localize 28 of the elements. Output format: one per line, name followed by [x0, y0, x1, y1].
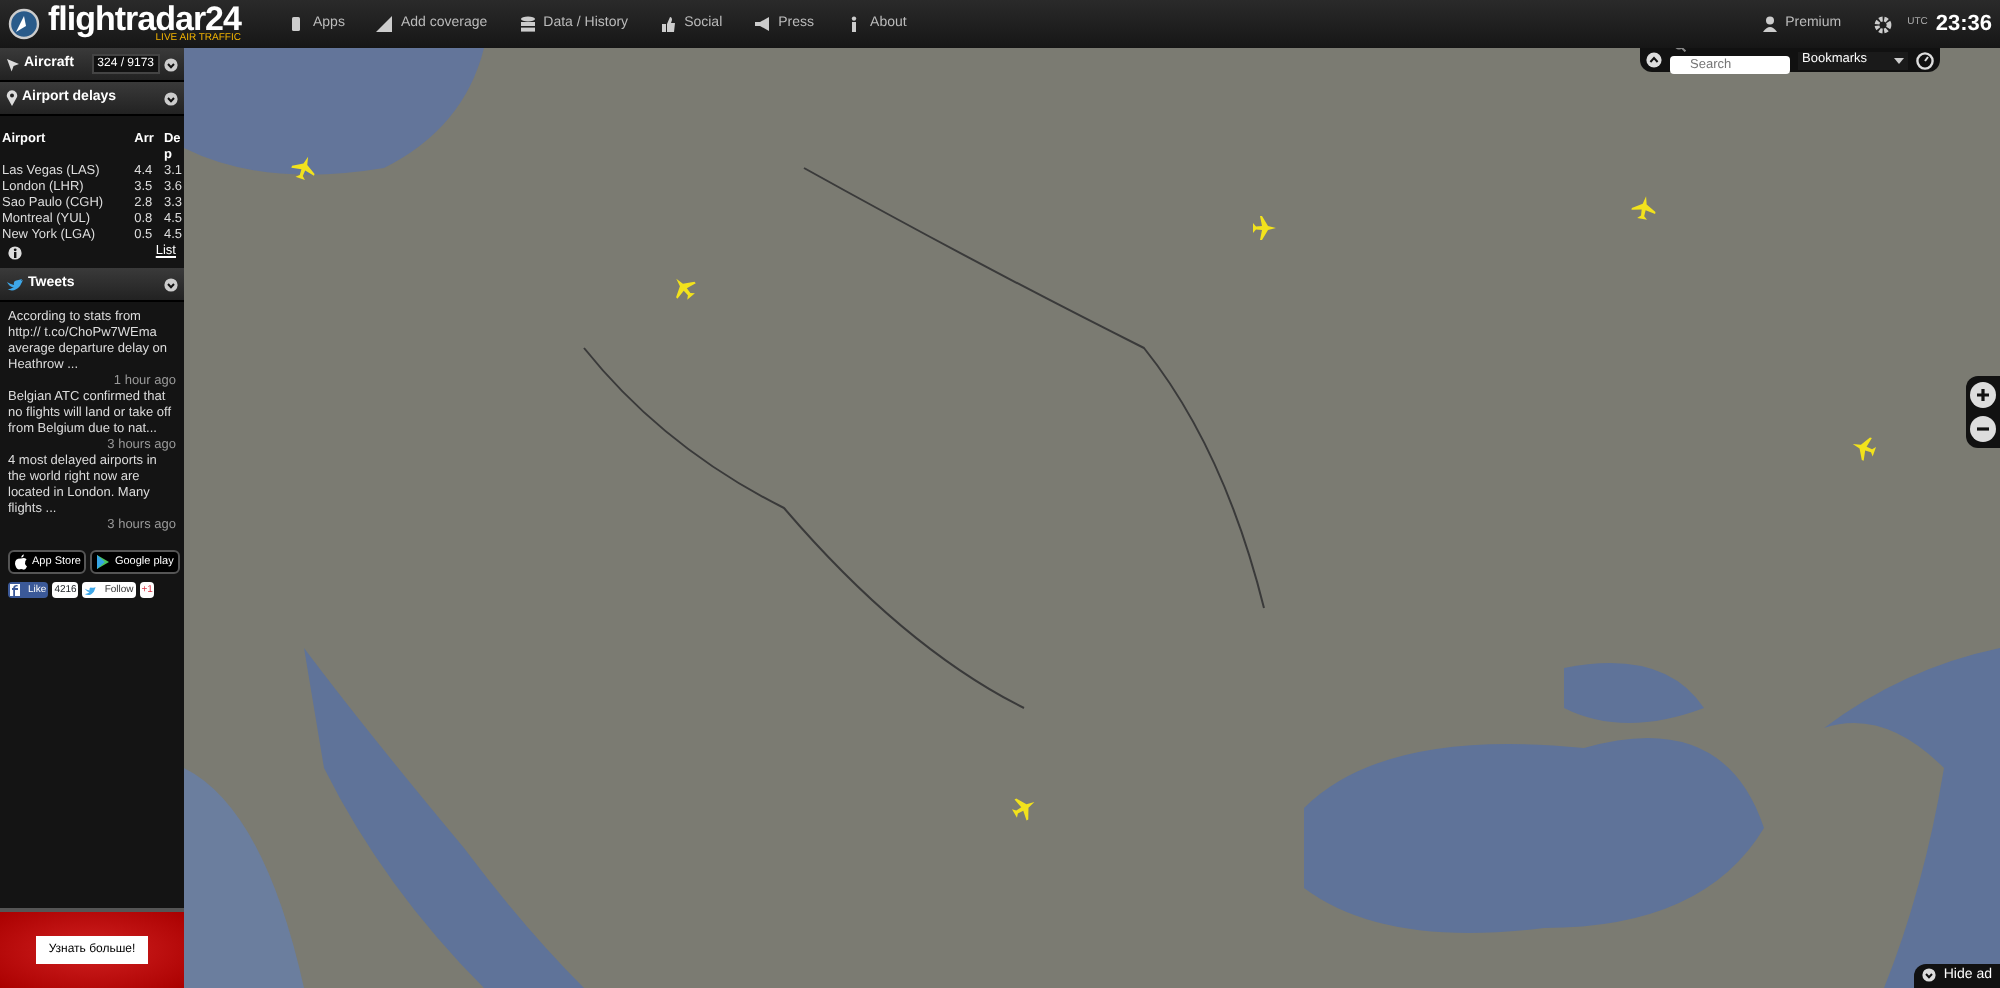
expand-icon[interactable] [164, 91, 178, 105]
cursor-icon [6, 57, 20, 71]
thumbs-up-icon [660, 16, 677, 32]
expand-icon[interactable] [164, 277, 178, 291]
signal-bars-icon [376, 16, 393, 32]
info-icon[interactable] [8, 245, 22, 259]
database-icon [519, 16, 536, 32]
chevron-icon [1921, 968, 1936, 983]
zoom-out-button[interactable] [1970, 416, 1996, 442]
plus-icon [1976, 387, 1990, 402]
megaphone-icon [754, 16, 771, 32]
play-triangle-icon [96, 554, 111, 570]
apple-icon [14, 554, 28, 570]
compass-icon[interactable] [1916, 51, 1934, 69]
caret-icon [1894, 57, 1904, 63]
zoom-in-button[interactable] [1970, 382, 1996, 408]
map-pin-icon [6, 90, 18, 106]
logo-icon [8, 8, 40, 40]
settings-icon[interactable] [1873, 15, 1892, 33]
facebook-f-icon [10, 584, 20, 596]
bird-icon [6, 277, 24, 291]
collapse-icon[interactable] [1646, 52, 1662, 68]
bird-icon [84, 585, 97, 595]
minus-icon [1976, 421, 1990, 436]
logo-wordmark: flightradar24 [48, 4, 241, 34]
expand-icon[interactable] [164, 57, 178, 71]
clock-time: 23:36 [1935, 9, 1992, 40]
user-icon [1761, 16, 1778, 32]
